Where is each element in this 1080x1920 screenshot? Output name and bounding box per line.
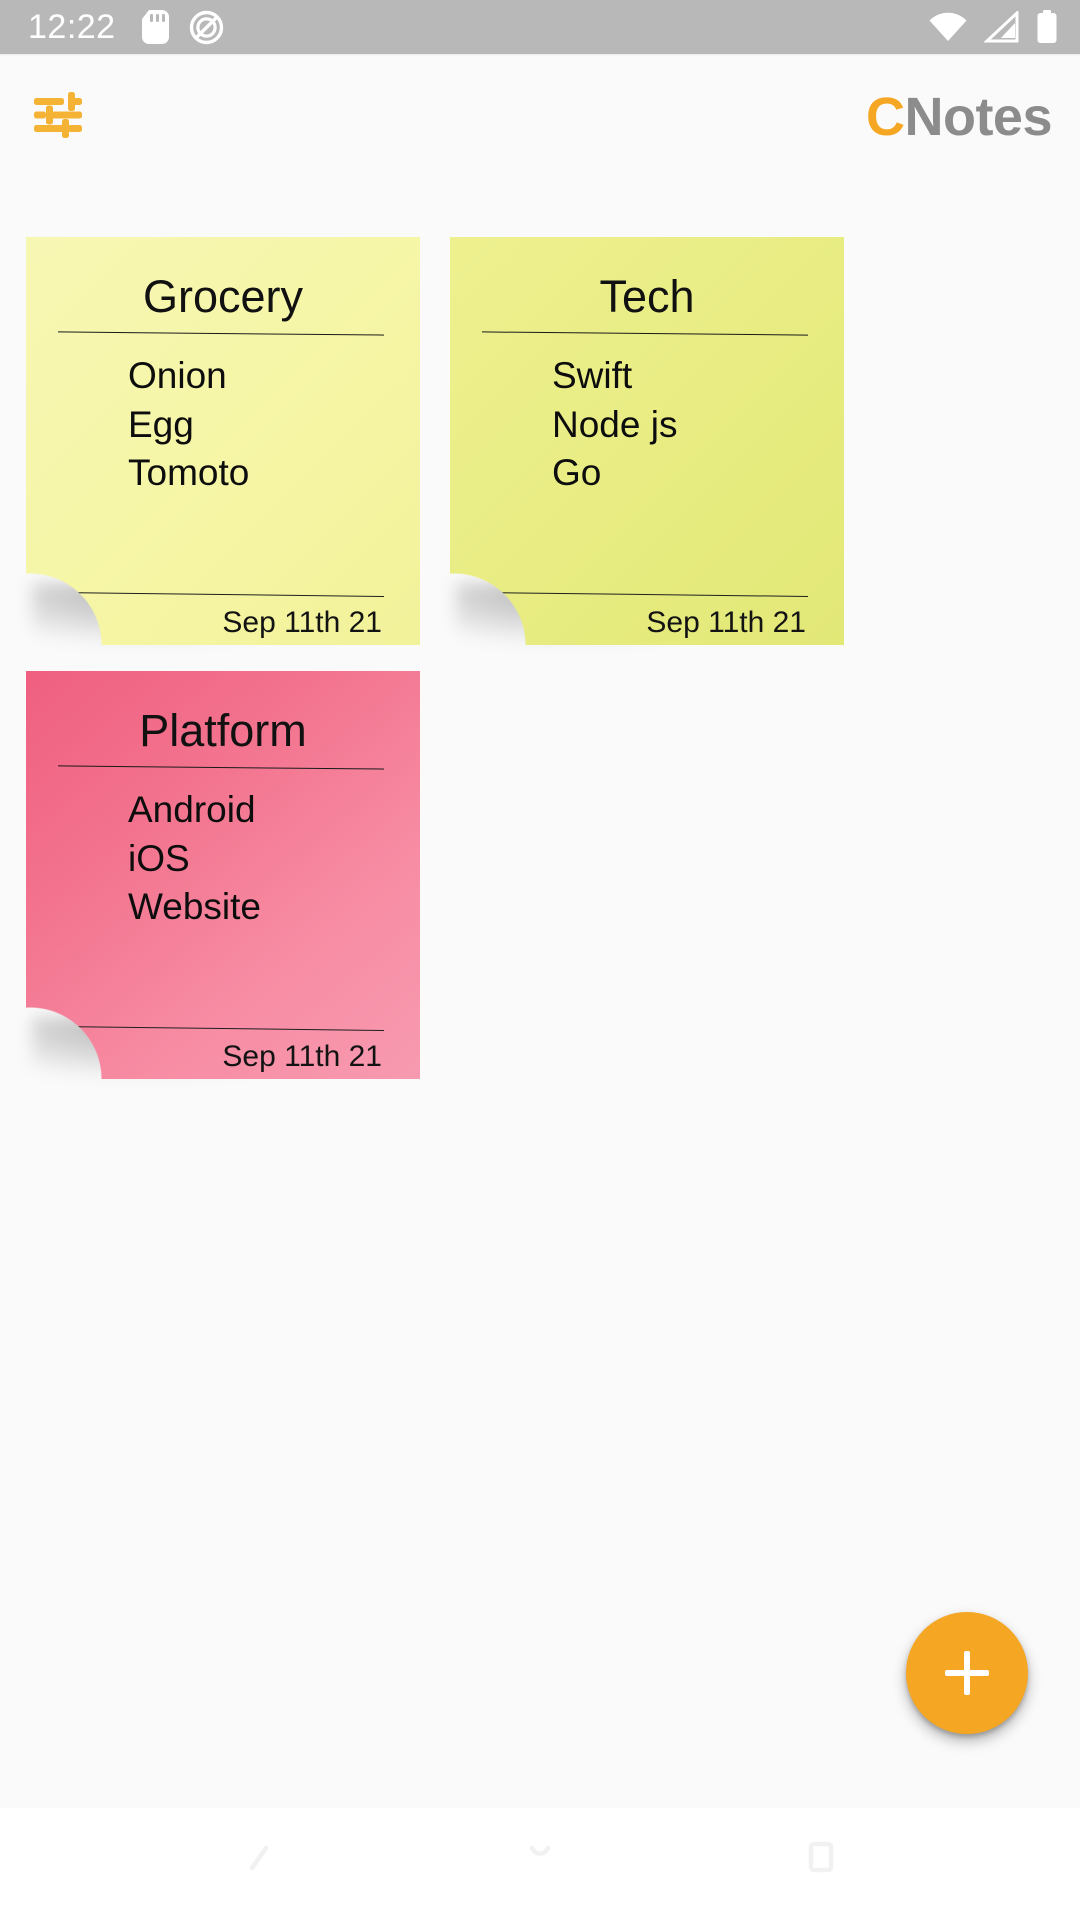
note-item: Swift (552, 354, 633, 396)
note-body: Android iOS Website (56, 768, 390, 1028)
status-bar: 12:22 (0, 0, 1080, 54)
back-icon (232, 1834, 288, 1895)
note-item: Onion (128, 354, 227, 396)
app-title-accent: C (865, 87, 905, 147)
do-not-disturb-icon (189, 10, 224, 45)
note-body: Swift Node js Go (480, 334, 814, 594)
nav-recents-button[interactable] (772, 1816, 868, 1912)
note-footer: Sep 11th 21 (58, 1026, 384, 1079)
cellular-signal-icon (984, 11, 1020, 43)
note-item: Website (128, 886, 261, 928)
note-card[interactable]: Platform Android iOS Website Sep 11th 21 (26, 671, 420, 1079)
note-footer: Sep 11th 21 (58, 592, 384, 645)
status-bar-right-icons (928, 10, 1058, 44)
note-card-surface[interactable]: Platform Android iOS Website Sep 11th 21 (26, 671, 420, 1079)
app-title: CNotes (865, 87, 1053, 147)
note-item: Go (552, 452, 602, 494)
note-card-surface[interactable]: Tech Swift Node js Go Sep 11th 21 (450, 237, 844, 645)
note-card[interactable]: Tech Swift Node js Go Sep 11th 21 (450, 237, 844, 645)
recents-icon (792, 1834, 848, 1895)
app-title-rest: Notes (904, 87, 1052, 147)
note-title: Grocery (142, 271, 304, 322)
status-bar-clock: 12:22 (28, 8, 116, 46)
android-nav-bar (0, 1808, 1080, 1920)
nav-back-button[interactable] (212, 1816, 308, 1912)
note-card[interactable]: Grocery Onion Egg Tomoto Sep 11th 21 (26, 237, 420, 645)
status-bar-left-icons (141, 10, 224, 45)
plus-icon (945, 1651, 989, 1695)
app-screen: 12:22 CNotes Grocery Onion Egg Tomoto Se… (0, 0, 1080, 1920)
note-item: Egg (128, 403, 194, 445)
home-icon (512, 1834, 568, 1895)
note-item: iOS (128, 837, 190, 879)
note-item: Android (128, 788, 256, 830)
battery-icon (1036, 10, 1058, 44)
wifi-icon (928, 11, 968, 43)
note-date: Sep 11th 21 (646, 606, 806, 639)
app-bar: CNotes (0, 54, 1080, 180)
note-card-surface[interactable]: Grocery Onion Egg Tomoto Sep 11th 21 (26, 237, 420, 645)
note-body: Onion Egg Tomoto (56, 334, 390, 594)
note-item: Tomoto (128, 452, 250, 494)
note-title: Platform (139, 705, 307, 756)
note-title: Tech (599, 271, 695, 322)
notes-area: Grocery Onion Egg Tomoto Sep 11th 21 Tec… (0, 180, 1080, 1808)
sd-card-icon (141, 10, 169, 44)
note-footer: Sep 11th 21 (482, 592, 808, 645)
note-date: Sep 11th 21 (222, 1040, 382, 1073)
note-date: Sep 11th 21 (222, 606, 382, 639)
add-note-fab[interactable] (906, 1612, 1028, 1734)
nav-home-button[interactable] (492, 1816, 588, 1912)
filter-button[interactable] (26, 85, 90, 149)
notes-grid: Grocery Onion Egg Tomoto Sep 11th 21 Tec… (0, 237, 1080, 1079)
note-item: Node js (552, 403, 678, 445)
tune-sliders-icon (32, 91, 84, 143)
